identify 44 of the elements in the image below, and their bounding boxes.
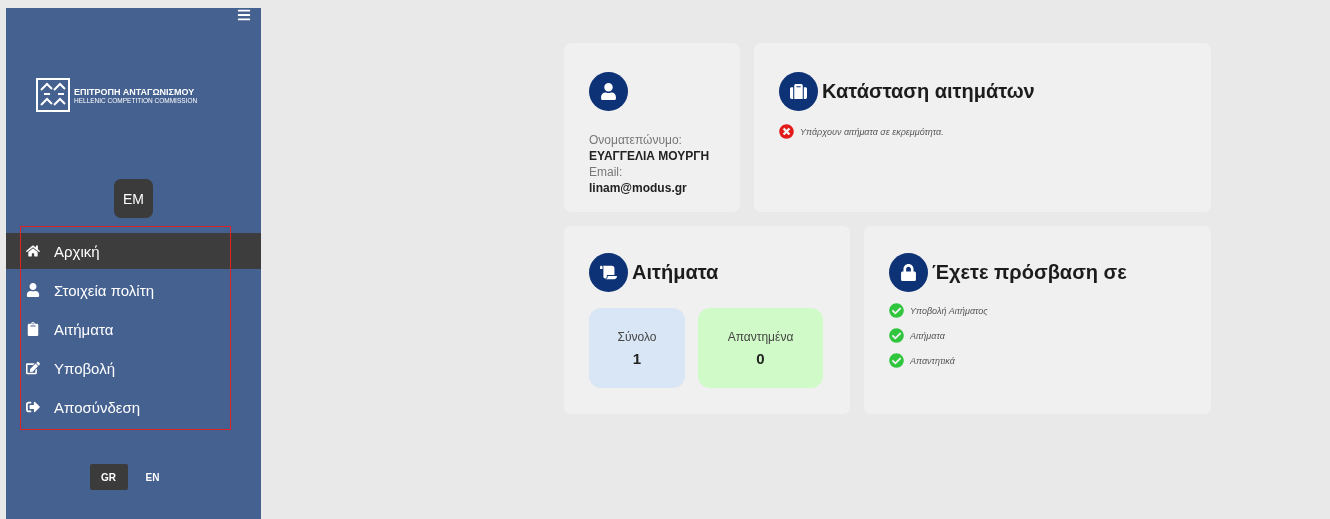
stat-value: 0 [756, 349, 765, 367]
nav-item[interactable]: Αποσύνδεση [6, 389, 261, 425]
nav-item[interactable]: Στοιχεία πολίτη [6, 272, 261, 308]
logo-icon [36, 78, 70, 112]
nav-label: Αρχική [54, 242, 100, 260]
card-title: Κατάσταση αιτημάτων [822, 80, 1035, 103]
stat-label: Σύνολο [617, 329, 657, 344]
suitcase-icon [779, 72, 818, 111]
access-item: Απαντητικά [910, 355, 955, 366]
email-label: Email: [589, 165, 624, 179]
check-icon [889, 303, 904, 318]
access-item: Υποβολή Αιτήματος [910, 305, 988, 316]
scroll-icon [589, 253, 628, 292]
nav-label: Αιτήματα [54, 320, 114, 338]
lock-icon [889, 253, 928, 292]
card-title: Αιτήματα [632, 261, 719, 284]
language-button[interactable]: EN [133, 464, 172, 490]
stat-value: 1 [632, 349, 642, 367]
nav-item[interactable]: Υποβολή [6, 350, 261, 386]
nav-label: Στοιχεία πολίτη [54, 281, 154, 299]
status-message: Υπάρχουν αιτήματα σε εκρεμμότητα. [800, 126, 944, 137]
language-button[interactable]: GR [89, 464, 128, 490]
logo-title: ΕΠΙΤΡΟΠΗ ΑΝΤΑΓΩΝΙΣΜΟΥ [74, 86, 196, 97]
check-icon [889, 353, 904, 368]
clipboard-icon [26, 322, 40, 336]
user-avatar: EM [114, 179, 153, 218]
stat-label: Απαντημένα [727, 329, 794, 344]
edit-icon [26, 361, 40, 375]
user-icon [589, 72, 628, 111]
email-value: linam@modus.gr [589, 181, 688, 195]
access-item: Αιτήματα [910, 330, 945, 341]
nav-item[interactable]: Αιτήματα [6, 311, 261, 347]
user-icon [26, 283, 40, 297]
nav-label: Αποσύνδεση [54, 398, 141, 416]
name-value: ΕΥΑΓΓΕΛΙΑ ΜΟΥΡΓΗ [589, 149, 711, 163]
nav-item[interactable]: Αρχική [6, 233, 261, 269]
nav-label: Υποβολή [54, 359, 115, 377]
menu-icon[interactable] [237, 8, 251, 22]
card-title: Έχετε πρόσβαση σε [932, 261, 1127, 284]
error-icon [779, 124, 794, 139]
check-icon [889, 328, 904, 343]
logout-icon [26, 400, 40, 414]
name-label: Ονοματεπώνυμο: [589, 133, 683, 147]
home-icon [26, 244, 40, 258]
